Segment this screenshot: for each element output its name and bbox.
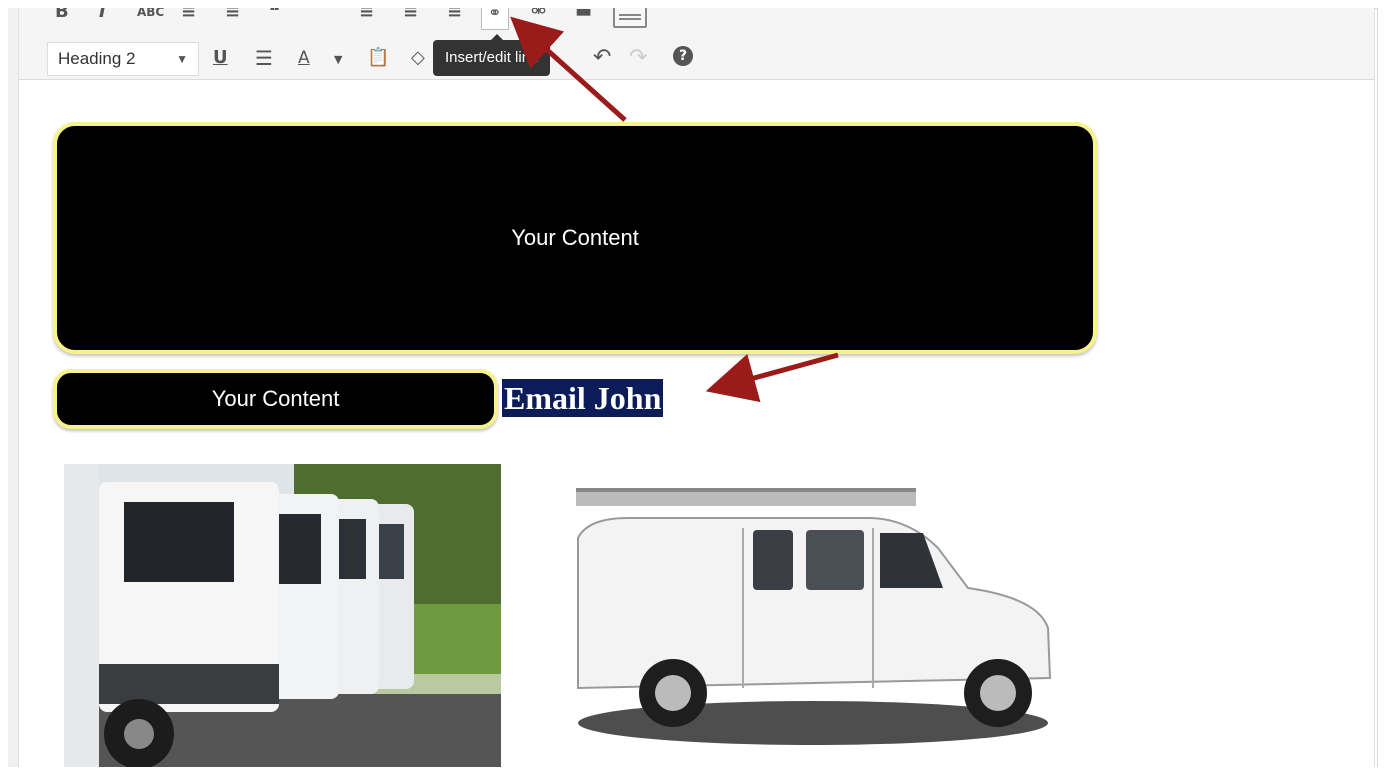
link-icon: ⚭ [488, 8, 502, 22]
editor-toolbar: B I ABC ≡ ≡ ❝ ≡ ≡ ≡ ⚭ ⚮ ▬ Heading 2 ▼ U … [19, 8, 1374, 80]
align-right-icon[interactable]: ≡ [447, 8, 462, 22]
paste-as-text-icon[interactable]: 📋 [367, 48, 389, 68]
strikethrough-icon[interactable]: ABC [137, 8, 164, 22]
horizontal-line-icon[interactable]: ▬ [575, 8, 592, 22]
help-icon[interactable]: ? [673, 46, 693, 66]
text-color-icon[interactable]: A [298, 48, 310, 68]
screenshot-frame: B I ABC ≡ ≡ ❝ ≡ ≡ ≡ ⚭ ⚮ ▬ Heading 2 ▼ U … [0, 0, 1385, 767]
content-box-large[interactable]: Your Content [53, 122, 1097, 354]
content-box-small-text: Your Content [211, 386, 340, 411]
content-box-large-text: Your Content [511, 225, 639, 250]
insert-edit-link-tooltip: Insert/edit link [433, 34, 550, 76]
toolbar-row-2: Heading 2 ▼ U ☰ A ▼ 📋 ◇ ↶ ↷ ? [19, 42, 1374, 76]
chevron-down-icon: ▼ [176, 52, 188, 66]
format-select-value: Heading 2 [58, 49, 136, 68]
selected-link-text[interactable]: Email John [502, 379, 664, 417]
white-van-photo[interactable] [568, 478, 1058, 763]
bold-icon[interactable]: B [55, 8, 69, 22]
numbered-list-icon[interactable]: ≡ [225, 8, 240, 22]
align-center-icon[interactable]: ≡ [403, 8, 418, 22]
trucks-photo[interactable] [64, 464, 501, 767]
italic-icon[interactable]: I [99, 8, 106, 22]
justify-icon[interactable]: ☰ [255, 48, 273, 68]
van-illustration [576, 488, 1052, 745]
underline-icon[interactable]: U [213, 48, 228, 68]
redo-icon[interactable]: ↷ [629, 47, 647, 69]
text-color-dropdown-icon[interactable]: ▼ [334, 50, 342, 70]
format-select[interactable]: Heading 2 ▼ [47, 42, 199, 76]
toolbar-row-1: B I ABC ≡ ≡ ❝ ≡ ≡ ≡ ⚭ ⚮ ▬ [19, 8, 1374, 34]
clear-formatting-icon[interactable]: ◇ [411, 48, 425, 68]
align-left-icon[interactable]: ≡ [359, 8, 374, 22]
keyboard-icon[interactable] [613, 8, 647, 28]
trucks-illustration [64, 464, 501, 767]
blockquote-icon[interactable]: ❝ [269, 8, 280, 22]
undo-icon[interactable]: ↶ [593, 47, 611, 69]
unlink-icon[interactable]: ⚮ [531, 8, 546, 22]
left-gutter [8, 8, 18, 767]
content-box-small[interactable]: Your Content [53, 369, 498, 429]
link-button-active[interactable]: ⚭ [481, 8, 509, 30]
bullet-list-icon[interactable]: ≡ [181, 8, 196, 22]
